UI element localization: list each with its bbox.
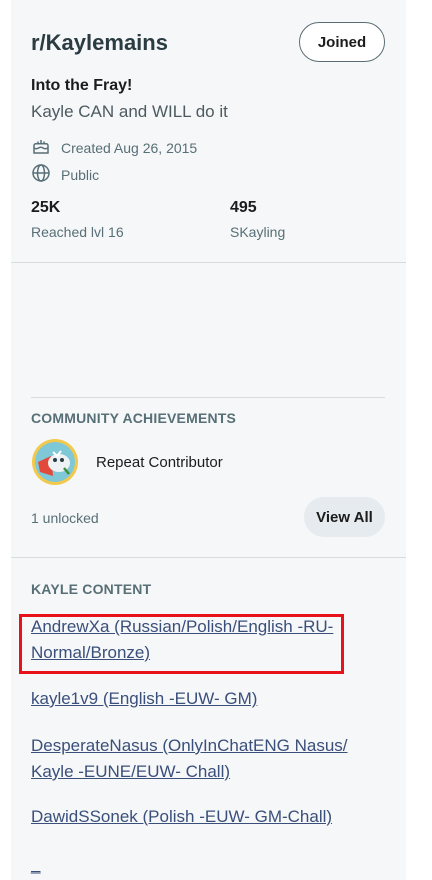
unlocked-count: 1 unlocked xyxy=(31,510,99,526)
achievements-header: COMMUNITY ACHIEVEMENTS xyxy=(31,410,237,426)
joined-button[interactable]: Joined xyxy=(299,22,385,62)
content-link[interactable]: DawidSSonek (Polish -EUW- GM-Chall) xyxy=(31,804,366,830)
content-link[interactable]: _ xyxy=(31,852,366,878)
cake-icon xyxy=(31,136,51,159)
community-description: Kayle CAN and WILL do it xyxy=(31,102,228,121)
divider xyxy=(31,397,385,398)
members-label: Reached lvl 16 xyxy=(31,224,124,240)
created-row: Created Aug 26, 2015 xyxy=(31,136,197,159)
online-label: SKayling xyxy=(230,224,286,240)
divider xyxy=(11,557,406,558)
view-all-button[interactable]: View All xyxy=(304,497,385,537)
community-tagline: Into the Fray! xyxy=(31,77,133,94)
visibility-label: Public xyxy=(61,166,100,183)
online-count: 495 xyxy=(230,199,257,216)
content-header: KAYLE CONTENT xyxy=(31,581,152,597)
visibility-row: Public xyxy=(31,163,99,186)
highlight-box xyxy=(19,614,344,674)
community-title[interactable]: r/Kaylemains xyxy=(31,30,168,56)
achievement-label: Repeat Contributor xyxy=(96,454,223,471)
content-link[interactable]: kayle1v9 (English -EUW- GM) xyxy=(31,686,366,712)
content-link[interactable]: DesperateNasus (OnlyInChatENG Nasus/ Kay… xyxy=(31,733,366,785)
globe-icon xyxy=(31,163,51,186)
created-date: Created Aug 26, 2015 xyxy=(61,139,198,156)
divider xyxy=(11,262,406,263)
members-count: 25K xyxy=(31,199,61,216)
achievement-badge-icon[interactable] xyxy=(31,438,79,486)
